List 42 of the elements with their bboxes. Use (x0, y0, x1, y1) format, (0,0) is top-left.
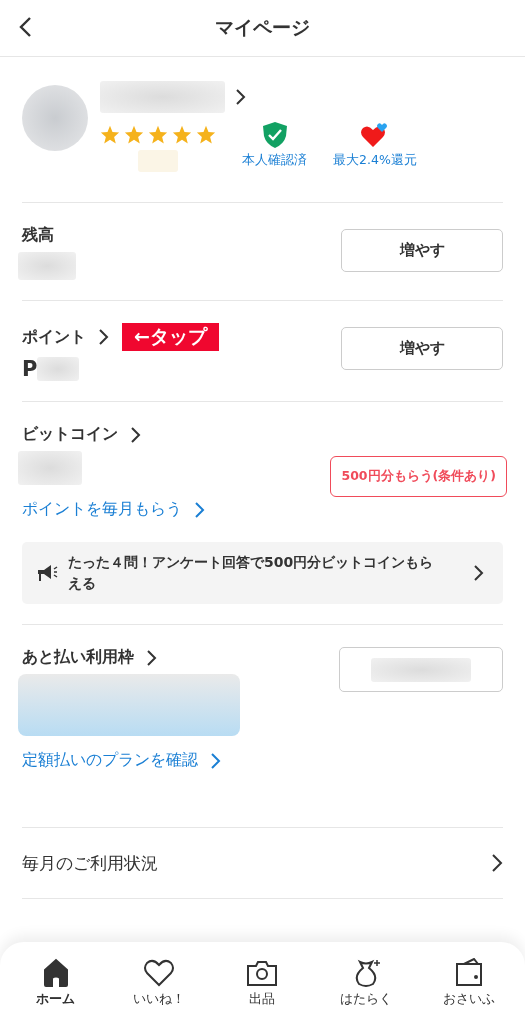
star-icon (124, 125, 144, 144)
fixed-plan-link[interactable]: 定額払いのプランを確認 (22, 750, 198, 771)
tab[interactable]: おさいふ (424, 958, 515, 1008)
tab[interactable]: ホーム (10, 958, 101, 1008)
badge-label: 最大2.4%還元 (333, 152, 417, 169)
offer-button[interactable]: 500円分もらう(条件あり) (330, 456, 507, 497)
increase-button[interactable]: 増やす (341, 327, 503, 370)
back-icon[interactable] (18, 16, 32, 38)
megaphone-icon (36, 563, 58, 583)
balance-label: 残高 (22, 225, 55, 246)
tab[interactable]: いいね！ (114, 958, 205, 1008)
redacted-block (18, 451, 82, 485)
chevron-icon[interactable] (98, 328, 110, 346)
star-icon (196, 125, 216, 144)
redacted-block (18, 252, 76, 280)
badge-label: 本人確認済 (242, 152, 307, 169)
tap-tag: ←タップ (122, 323, 219, 351)
camera-icon (245, 958, 280, 988)
monthly-points-link[interactable]: ポイントを毎月もらう (22, 499, 182, 520)
increase-button[interactable]: 増やす (341, 229, 503, 272)
tab[interactable]: はたらく (320, 958, 411, 1008)
chevron-icon[interactable] (130, 425, 142, 444)
points-label[interactable]: ポイント (22, 326, 86, 348)
chevron-icon (473, 564, 485, 582)
star-icon (148, 125, 168, 144)
chevron-icon (491, 853, 503, 873)
page-title: マイページ (215, 15, 310, 40)
points-prefix: P (22, 357, 38, 381)
shield-check-icon (261, 121, 288, 149)
tab[interactable]: 出品 (217, 958, 308, 1008)
chevron-icon[interactable] (146, 648, 158, 667)
menu-row[interactable]: 毎月のご利用状況 (22, 827, 503, 899)
heart-icon (142, 958, 177, 988)
redacted-block (138, 150, 178, 172)
survey-banner[interactable]: たった４問！アンケート回答で500円分ビットコインもらえる (22, 542, 503, 604)
star-icon (172, 125, 192, 144)
bitcoin-label[interactable]: ビットコイン (22, 424, 118, 445)
redacted-block (37, 357, 80, 381)
hearts-icon (359, 121, 390, 149)
star-icon (100, 125, 120, 144)
credit-limit-label[interactable]: あと払い利用枠 (22, 647, 134, 668)
chevron-icon[interactable] (235, 88, 247, 106)
